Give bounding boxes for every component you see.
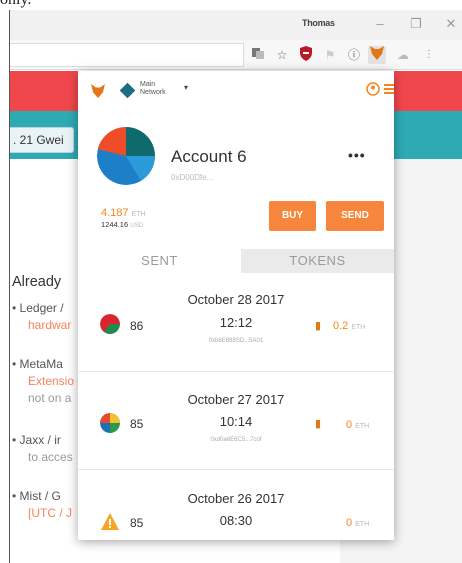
account-options-icon[interactable]: ••• (348, 147, 366, 163)
account-name[interactable]: Account 6 (171, 147, 247, 167)
document-icon: ▮ (315, 320, 322, 332)
list-item: • Jaxx / ir to acces (12, 433, 73, 464)
identicon-icon (100, 413, 120, 433)
transaction-row[interactable]: 86 October 28 2017 12:12 0xb8E888SD...5A… (78, 274, 394, 372)
usd-balance: 1244.16 USD (101, 220, 143, 229)
bullet-sub: to acces (28, 450, 73, 464)
transaction-row[interactable]: 85 October 26 2017 08:30 0 ETH (78, 470, 394, 540)
eth-balance: 4.187 ETH (101, 208, 146, 220)
tx-time: 08:30 (219, 513, 253, 528)
account-section: Account 6 0xD00Dfe... ••• 4.187 ETH 1244… (78, 111, 394, 250)
network-selector[interactable]: Main Network (140, 81, 180, 97)
tx-amount-unit: ETH (355, 423, 370, 430)
warning-icon (100, 512, 120, 532)
tx-amount: 0 ETH (346, 517, 369, 529)
screen: only. Thomas – ❐ ✕ ☆ ⚑ ⓘ ☁ ⋮ . 21 Gwei A… (0, 0, 462, 563)
account-menu-icon[interactable] (366, 81, 394, 97)
address-bar[interactable] (10, 43, 244, 67)
info-icon[interactable]: ⓘ (345, 46, 363, 64)
tx-date: October 26 2017 (187, 491, 285, 506)
list-item: • Mist / G [UTC / J (12, 489, 72, 520)
tx-time: 10:14 (219, 414, 253, 429)
star-icon[interactable]: ☆ (273, 46, 291, 64)
bullet-sub[interactable]: hardwar (12, 318, 71, 332)
bullet-sub[interactable]: Extensio (12, 374, 74, 388)
tx-amount-unit: ETH (351, 324, 366, 331)
tx-date: October 28 2017 (187, 292, 285, 307)
list-item: • MetaMa Extensio not on a (12, 357, 75, 405)
extension-icon[interactable]: ☁ (394, 46, 412, 64)
transaction-row[interactable]: 85 October 27 2017 10:14 0xd0a6E6C5...7c… (78, 372, 394, 470)
metamask-popup: Main Network ▾ Account 6 0xD00Dfe... •••… (78, 71, 394, 540)
tx-date: October 27 2017 (187, 392, 285, 407)
bullet-title: Jaxx / ir (19, 433, 61, 447)
tab-tokens[interactable]: TOKENS (241, 249, 394, 273)
bullet-sub[interactable]: [UTC / J (12, 506, 72, 520)
eth-unit: ETH (131, 211, 146, 218)
cropped-caption: only. (0, 0, 31, 9)
send-button[interactable]: SEND (326, 201, 384, 231)
account-address: 0xD00Dfe... (171, 173, 214, 182)
tx-amount-value: 0 (346, 517, 353, 529)
bullet-title: MetaMa (19, 357, 63, 371)
metamask-fox-icon[interactable] (368, 46, 386, 64)
buy-button[interactable]: BUY (269, 201, 316, 231)
tx-nonce: 86 (130, 319, 144, 333)
bullet-title: Ledger / (19, 301, 64, 315)
tx-nonce: 85 (130, 516, 144, 530)
section-heading: Already (12, 274, 62, 290)
metamask-header: Main Network ▾ (78, 71, 394, 111)
document-icon: ▮ (315, 418, 322, 430)
minimize-button[interactable]: – (370, 14, 390, 34)
browser-title-bar: Thomas – ❐ ✕ (10, 10, 462, 40)
browser-toolbar: ☆ ⚑ ⓘ ☁ ⋮ (10, 40, 462, 70)
metamask-logo-icon (91, 84, 105, 98)
tx-hash: 0xb8E888SD...5A01 (208, 338, 264, 344)
tx-amount-value: 0.2 (333, 320, 349, 332)
tx-amount-value: 0 (346, 419, 353, 431)
close-button[interactable]: ✕ (441, 14, 461, 34)
header-menu-icons[interactable] (366, 81, 394, 101)
flag-icon[interactable]: ⚑ (321, 46, 339, 64)
eth-balance-value: 4.187 (101, 207, 129, 219)
tx-amount: 0.2 ETH (333, 320, 365, 332)
tab-sent[interactable]: SENT (78, 249, 241, 273)
chevron-down-icon[interactable]: ▾ (184, 83, 188, 92)
profile-name[interactable]: Thomas (302, 18, 348, 30)
bullet-sub-2: not on a (28, 391, 72, 405)
shield-icon[interactable] (297, 46, 315, 64)
usd-unit: USD (130, 222, 144, 229)
usd-balance-value: 1244.16 (101, 220, 129, 229)
tab-bar: SENT TOKENS (78, 249, 394, 273)
tx-hash: 0xd0a6E6C5...7cof (210, 437, 262, 443)
menu-icon[interactable]: ⋮ (420, 46, 438, 64)
account-identicon (97, 127, 155, 185)
translate-icon[interactable] (249, 46, 267, 64)
bullet-title: Mist / G (19, 489, 61, 503)
tx-nonce: 85 (130, 417, 144, 431)
tx-time: 12:12 (219, 315, 253, 330)
list-item: • Ledger / hardwar (12, 301, 72, 332)
maximize-button[interactable]: ❐ (406, 14, 426, 34)
tx-amount-unit: ETH (355, 521, 370, 528)
tx-amount: 0 ETH (346, 419, 369, 431)
gas-price-badge: . 21 Gwei (10, 127, 74, 153)
identicon-icon (100, 314, 120, 334)
network-diamond-icon (119, 82, 136, 99)
